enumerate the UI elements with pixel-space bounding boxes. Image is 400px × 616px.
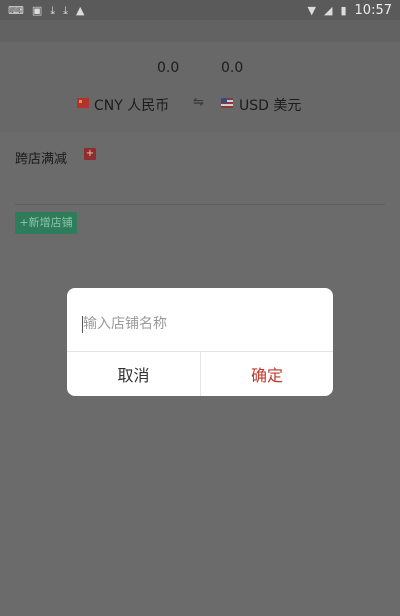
status-bar: ⌨ ▣ ⤓ ⤓ ▲ ▼ ◢ ▮ 10:57 [0,0,400,20]
store-name-input[interactable] [81,312,313,336]
from-currency-selector[interactable]: CNY 人民币 [94,95,169,115]
cancel-button[interactable]: 取消 [67,352,200,396]
battery-icon: ▮ [340,3,347,17]
wifi-icon: ▼ [307,3,316,17]
confirm-button[interactable]: 确定 [201,352,333,396]
app-icon: ▲ [76,3,85,17]
swap-currency-icon[interactable]: ⇋ [193,95,204,110]
status-left-icons: ⌨ ▣ ⤓ ⤓ ▲ [8,5,85,16]
add-store-dialog: 取消 确定 [67,288,333,396]
to-amount[interactable]: 0.0 [221,60,243,76]
keyboard-icon: ⌨ [8,3,24,17]
from-amount[interactable]: 0.0 [157,60,179,76]
download-icon: ⤓ [50,3,56,17]
cross-store-discount-label: 跨店满减 [15,152,68,167]
download-icon: ⤓ [63,3,69,17]
china-flag-icon [77,98,89,108]
add-discount-button[interactable]: + [84,148,96,160]
image-icon: ▣ [31,3,43,17]
status-time: 10:57 [354,2,392,18]
usa-flag-icon [221,98,233,108]
status-right-icons: ▼ ◢ ▮ 10:57 [308,3,392,18]
currency-row: CNY 人民币 ⇋ USD 美元 [0,95,400,115]
signal-icon: ◢ [324,3,333,17]
currency-panel: 0.0 0.0 CNY 人民币 ⇋ USD 美元 [0,42,400,132]
text-caret [82,316,83,333]
divider [15,204,385,205]
add-store-button[interactable]: +新增店铺 [15,212,77,234]
toolbar [0,20,400,42]
to-currency-selector[interactable]: USD 美元 [239,95,301,115]
